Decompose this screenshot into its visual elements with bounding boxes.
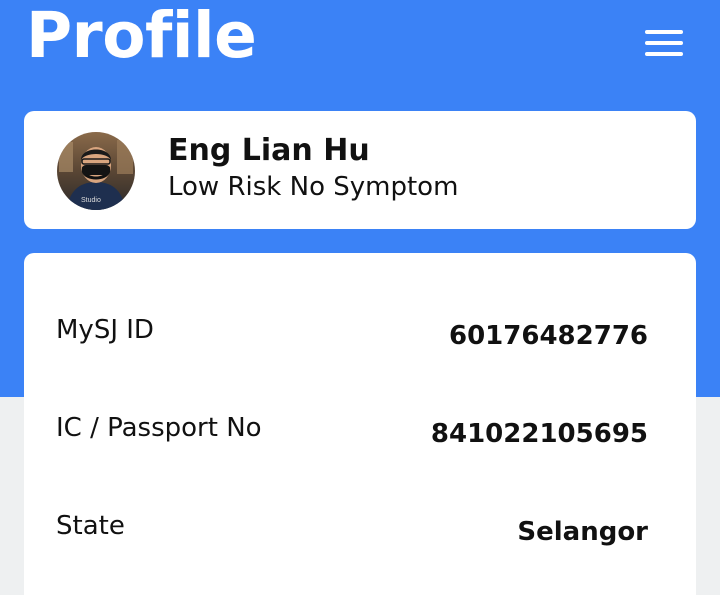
detail-row-ic-passport: IC / Passport No 841022105695	[24, 413, 696, 473]
details-card: MySJ ID 60176482776 IC / Passport No 841…	[24, 253, 696, 595]
detail-label: State	[56, 511, 125, 541]
detail-row-mysj-id: MySJ ID 60176482776	[24, 315, 696, 375]
page-title: Profile	[26, 0, 257, 72]
profile-card: Studio Eng Lian Hu Low Risk No Symptom	[24, 111, 696, 229]
profile-risk-status: Low Risk No Symptom	[168, 172, 459, 202]
detail-label: IC / Passport No	[56, 413, 262, 443]
detail-label: MySJ ID	[56, 315, 154, 345]
detail-value: 841022105695	[430, 419, 648, 449]
avatar: Studio	[57, 132, 135, 210]
svg-text:Studio: Studio	[81, 197, 101, 204]
profile-name: Eng Lian Hu	[168, 133, 370, 168]
detail-value: 60176482776	[449, 321, 648, 351]
detail-value: Selangor	[517, 517, 648, 547]
menu-button[interactable]	[640, 26, 688, 60]
detail-row-state: State Selangor	[24, 511, 696, 571]
